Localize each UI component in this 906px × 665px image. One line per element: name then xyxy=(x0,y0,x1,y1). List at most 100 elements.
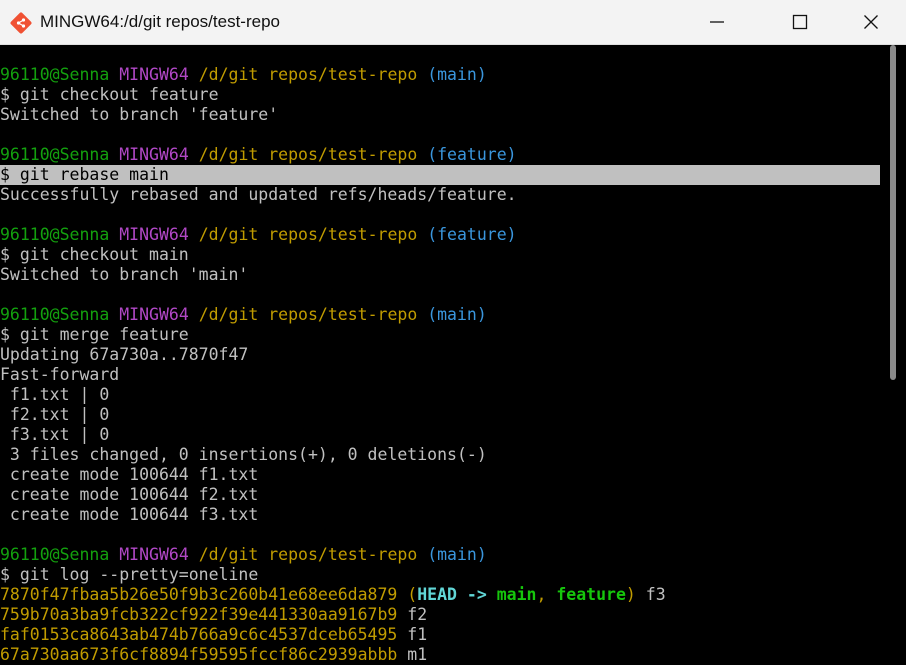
terminal-output[interactable]: 96110@Senna MINGW64 /d/git repos/test-re… xyxy=(0,45,880,665)
title-bar[interactable]: MINGW64:/d/git repos/test-repo xyxy=(0,0,906,45)
terminal-text: $ git rebase main xyxy=(0,165,169,184)
terminal-text: MINGW64 xyxy=(119,545,189,564)
terminal-text: create mode 100644 f3.txt xyxy=(0,505,259,524)
terminal-text: , xyxy=(536,585,557,604)
terminal-text: MINGW64 xyxy=(119,225,189,244)
terminal-text: (main) xyxy=(427,65,487,84)
terminal-text: f2.txt | 0 xyxy=(0,405,110,424)
terminal-text: (feature) xyxy=(427,225,517,244)
terminal-text: MINGW64 xyxy=(119,305,189,324)
terminal-line: Fast-forward xyxy=(0,365,880,385)
terminal-line: create mode 100644 f2.txt xyxy=(0,485,880,505)
terminal-text: m1 xyxy=(397,645,428,664)
terminal-text: /d/git repos/test-repo xyxy=(198,305,418,324)
terminal-lines: 96110@Senna MINGW64 /d/git repos/test-re… xyxy=(0,65,880,665)
scrollbar-thumb[interactable] xyxy=(890,45,896,380)
terminal-line: 96110@Senna MINGW64 /d/git repos/test-re… xyxy=(0,545,880,565)
terminal-text: 96110@Senna xyxy=(0,305,110,324)
terminal-text: Updating 67a730a..7870f47 xyxy=(0,345,249,364)
terminal-line: $ git log --pretty=oneline xyxy=(0,565,880,585)
terminal-line: $ git checkout feature xyxy=(0,85,880,105)
terminal-line: 96110@Senna MINGW64 /d/git repos/test-re… xyxy=(0,225,880,245)
terminal-text: /d/git repos/test-repo xyxy=(198,65,418,84)
terminal-text: Successfully rebased and updated refs/he… xyxy=(0,185,517,204)
close-icon xyxy=(864,15,878,29)
terminal-text: f2 xyxy=(397,605,428,624)
terminal-line: create mode 100644 f1.txt xyxy=(0,465,880,485)
terminal-text: Switched to branch 'feature' xyxy=(0,105,279,124)
terminal-text: 7870f47fbaa5b26e50f9b3c260b41e68ee6da879 xyxy=(0,585,398,604)
terminal-line: 7870f47fbaa5b26e50f9b3c260b41e68ee6da879… xyxy=(0,585,880,605)
minimize-button[interactable] xyxy=(690,0,744,44)
terminal-text: MINGW64 xyxy=(119,145,189,164)
terminal-text: faf0153ca8643ab474b766a9c6c4537dceb65495 xyxy=(0,625,398,644)
terminal-text: MINGW64 xyxy=(119,65,189,84)
terminal-text: create mode 100644 f1.txt xyxy=(0,465,259,484)
terminal-line: Successfully rebased and updated refs/he… xyxy=(0,185,880,205)
terminal-line: 3 files changed, 0 insertions(+), 0 dele… xyxy=(0,445,880,465)
minimize-icon xyxy=(710,21,724,23)
terminal-text: 96110@Senna xyxy=(0,545,110,564)
terminal-text: feature xyxy=(556,585,626,604)
close-button[interactable] xyxy=(844,0,898,44)
terminal-text: (main) xyxy=(427,305,487,324)
terminal-text: ) xyxy=(625,585,636,604)
terminal-line: faf0153ca8643ab474b766a9c6c4537dceb65495… xyxy=(0,625,880,645)
terminal-text: create mode 100644 f2.txt xyxy=(0,485,259,504)
terminal-text: Fast-forward xyxy=(0,365,120,384)
vertical-scrollbar[interactable] xyxy=(880,45,906,665)
git-bash-icon xyxy=(10,12,32,34)
terminal-text: /d/git repos/test-repo xyxy=(198,545,418,564)
terminal-line: 96110@Senna MINGW64 /d/git repos/test-re… xyxy=(0,145,880,165)
terminal-text: /d/git repos/test-repo xyxy=(198,145,418,164)
terminal-text: $ git checkout feature xyxy=(0,85,219,104)
terminal-line: f2.txt | 0 xyxy=(0,405,880,425)
maximize-icon xyxy=(792,14,808,30)
terminal-text: f3 xyxy=(635,585,666,604)
terminal-text: 67a730aa673f6cf8894f59595fccf86c2939abbb xyxy=(0,645,398,664)
terminal-line: $ git checkout main xyxy=(0,245,880,265)
terminal-text: 3 files changed, 0 insertions(+), 0 dele… xyxy=(0,445,487,464)
terminal-text: main xyxy=(496,585,537,604)
terminal-line: create mode 100644 f3.txt xyxy=(0,505,880,525)
terminal-text: (main) xyxy=(427,545,487,564)
terminal-line: Switched to branch 'main' xyxy=(0,265,880,285)
terminal-text: f1 xyxy=(397,625,428,644)
terminal-line: 96110@Senna MINGW64 /d/git repos/test-re… xyxy=(0,65,880,85)
terminal-text: 96110@Senna xyxy=(0,65,110,84)
terminal-line-selected: $ git rebase main xyxy=(0,165,880,185)
terminal-line: $ git merge feature xyxy=(0,325,880,345)
terminal-line: 67a730aa673f6cf8894f59595fccf86c2939abbb… xyxy=(0,645,880,665)
terminal-text: Switched to branch 'main' xyxy=(0,265,249,284)
terminal-line: f3.txt | 0 xyxy=(0,425,880,445)
terminal-text: 96110@Senna xyxy=(0,145,110,164)
terminal-line: 759b70a3ba9fcb322cf922f39e441330aa9167b9… xyxy=(0,605,880,625)
terminal-text: 759b70a3ba9fcb322cf922f39e441330aa9167b9 xyxy=(0,605,398,624)
terminal-text: 96110@Senna xyxy=(0,225,110,244)
terminal-line: Switched to branch 'feature' xyxy=(0,105,880,125)
maximize-button[interactable] xyxy=(773,0,827,44)
terminal-text: f1.txt | 0 xyxy=(0,385,110,404)
terminal-line: Updating 67a730a..7870f47 xyxy=(0,345,880,365)
terminal-text: /d/git repos/test-repo xyxy=(198,225,418,244)
window-title: MINGW64:/d/git repos/test-repo xyxy=(40,12,280,31)
